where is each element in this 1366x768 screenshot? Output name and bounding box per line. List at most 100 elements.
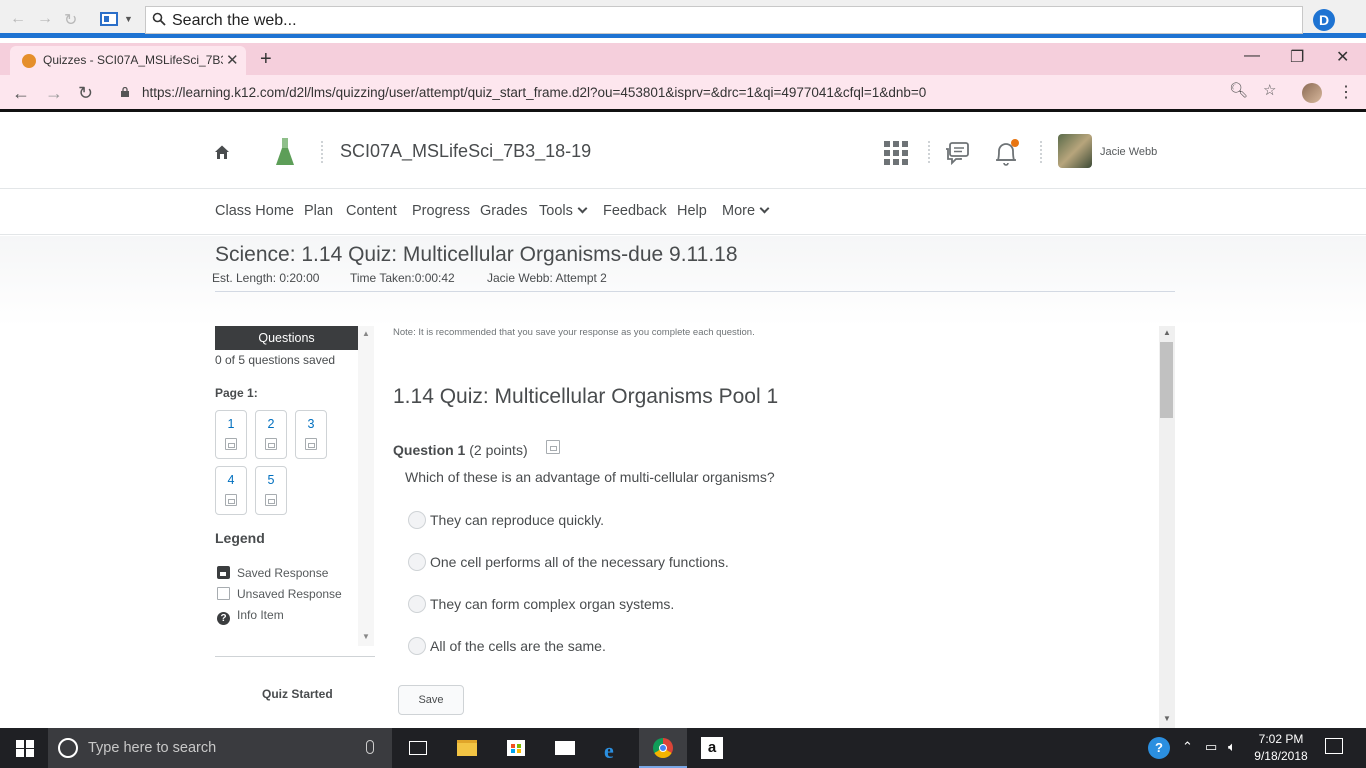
- taskbar-search[interactable]: Type here to search: [48, 728, 392, 768]
- tab-title: Quizzes - SCI07A_MSLifeSci_7B3_: [43, 53, 223, 67]
- info-icon: ?: [217, 612, 230, 625]
- question-nav-3[interactable]: 3: [295, 410, 327, 459]
- forward-icon[interactable]: →: [45, 83, 63, 104]
- question-nav-1[interactable]: 1: [215, 410, 247, 459]
- course-navbar: Class Home Plan Content Progress Grades …: [0, 189, 1366, 235]
- unsaved-icon: [265, 438, 277, 450]
- radio-button[interactable]: [408, 595, 426, 613]
- scroll-thumb[interactable]: [1160, 342, 1173, 418]
- browser-menu-icon[interactable]: ⋮: [1338, 82, 1354, 102]
- cortana-icon: [58, 738, 78, 758]
- scroll-down-icon[interactable]: ▼: [1163, 714, 1171, 723]
- radio-button[interactable]: [408, 637, 426, 655]
- toolbar-menu-button[interactable]: ▼: [98, 10, 134, 30]
- taskbar-search-input[interactable]: Type here to search: [88, 740, 216, 756]
- forward-icon[interactable]: →: [37, 10, 53, 28]
- amazon-icon[interactable]: a: [688, 728, 736, 768]
- nav-feedback[interactable]: Feedback: [603, 203, 667, 219]
- windows-start-icon[interactable]: [16, 740, 34, 757]
- minimize-icon[interactable]: —: [1244, 47, 1260, 65]
- reload-icon[interactable]: ↻: [78, 83, 93, 104]
- questions-panel: Questions 0 of 5 questions saved Page 1:…: [215, 326, 373, 646]
- bookmark-star-icon[interactable]: ☆: [1263, 81, 1276, 99]
- radio-button[interactable]: [408, 553, 426, 571]
- nav-class-home[interactable]: Class Home: [215, 203, 294, 219]
- nav-more[interactable]: More: [722, 203, 770, 219]
- apps-grid-icon[interactable]: [884, 141, 908, 165]
- web-search-input[interactable]: Search the web...: [172, 12, 297, 30]
- option-label[interactable]: They can reproduce quickly.: [430, 512, 604, 528]
- question-heading: Question 1 (2 points): [393, 442, 528, 458]
- back-icon[interactable]: ←: [10, 10, 26, 28]
- refresh-icon[interactable]: ↻: [64, 10, 77, 30]
- scroll-up-icon[interactable]: ▲: [362, 329, 370, 338]
- panel-scrollbar[interactable]: ▲ ▼: [358, 326, 374, 646]
- flask-logo-icon[interactable]: [275, 137, 295, 167]
- divider: [215, 291, 1175, 292]
- question-nav-4[interactable]: 4: [215, 466, 247, 515]
- new-tab-icon[interactable]: +: [260, 48, 272, 71]
- browser-tab[interactable]: Quizzes - SCI07A_MSLifeSci_7B3_ ✕: [10, 46, 246, 75]
- toolbar-avatar[interactable]: D: [1313, 9, 1335, 31]
- clock-date: 9/18/2018: [1254, 749, 1308, 763]
- user-avatar[interactable]: [1058, 134, 1092, 168]
- radio-button[interactable]: [408, 511, 426, 529]
- unsaved-icon: [265, 494, 277, 506]
- chevron-down-icon: [759, 203, 770, 214]
- clock-time: 7:02 PM: [1258, 732, 1304, 746]
- back-icon[interactable]: ←: [12, 83, 30, 104]
- save-button[interactable]: Save: [398, 685, 464, 715]
- task-view-icon[interactable]: [394, 728, 442, 768]
- question-number: 1: [227, 417, 235, 431]
- file-explorer-icon[interactable]: [443, 728, 491, 768]
- chrome-icon[interactable]: [639, 728, 687, 768]
- close-tab-icon[interactable]: ✕: [226, 51, 239, 69]
- legend-label: Saved Response: [237, 566, 329, 580]
- nav-help[interactable]: Help: [677, 203, 707, 219]
- web-search-box[interactable]: Search the web...: [145, 6, 1303, 34]
- taskbar: Type here to search e a ? ⌃ ▭ 🔈︎ 7:02 PM…: [0, 728, 1366, 768]
- nav-tools[interactable]: Tools: [539, 203, 588, 219]
- option-label[interactable]: One cell performs all of the necessary f…: [430, 554, 729, 570]
- course-title[interactable]: SCI07A_MSLifeSci_7B3_18-19: [340, 141, 591, 162]
- battery-icon[interactable]: ▭: [1205, 739, 1217, 755]
- chevron-up-icon[interactable]: ⌃: [1182, 739, 1193, 755]
- question-nav-2[interactable]: 2: [255, 410, 287, 459]
- site-favicon-icon: [22, 54, 36, 68]
- quiz-page: Science: 1.14 Quiz: Multicellular Organi…: [0, 236, 1366, 728]
- help-tray-icon[interactable]: ?: [1148, 737, 1170, 759]
- home-icon[interactable]: [214, 144, 230, 160]
- legend-info: ? Info Item: [217, 608, 284, 625]
- nav-content[interactable]: Content: [346, 203, 397, 219]
- store-icon[interactable]: [492, 728, 540, 768]
- time-taken: Time Taken:0:00:42: [350, 271, 455, 285]
- edge-icon[interactable]: e: [590, 728, 638, 768]
- scroll-down-icon[interactable]: ▼: [362, 632, 370, 641]
- question-nav-5[interactable]: 5: [255, 466, 287, 515]
- window-icon: [100, 12, 118, 26]
- attempt-info: Jacie Webb: Attempt 2: [487, 271, 607, 285]
- url-text[interactable]: https://learning.k12.com/d2l/lms/quizzin…: [142, 85, 926, 100]
- nav-plan[interactable]: Plan: [304, 203, 333, 219]
- caret-down-icon: ▼: [124, 14, 133, 24]
- message-alerts-icon[interactable]: [944, 141, 970, 167]
- microphone-icon[interactable]: [366, 740, 374, 754]
- mail-icon[interactable]: [541, 728, 589, 768]
- profile-avatar[interactable]: [1302, 83, 1322, 103]
- user-name[interactable]: Jacie Webb: [1100, 146, 1157, 158]
- zoom-icon[interactable]: 🔍︎: [1229, 81, 1248, 99]
- omnibox[interactable]: https://learning.k12.com/d2l/lms/quizzin…: [110, 79, 1290, 107]
- close-window-icon[interactable]: ✕: [1336, 47, 1349, 67]
- option-label[interactable]: They can form complex organ systems.: [430, 596, 674, 612]
- volume-icon[interactable]: 🔈︎: [1228, 739, 1236, 755]
- main-scrollbar[interactable]: ▲ ▼: [1159, 326, 1175, 728]
- nav-grades[interactable]: Grades: [480, 203, 528, 219]
- option-label[interactable]: All of the cells are the same.: [430, 638, 606, 654]
- notifications-icon[interactable]: [1325, 738, 1343, 754]
- question-number: 2: [267, 417, 275, 431]
- divider: [321, 141, 323, 163]
- system-clock[interactable]: 7:02 PM 9/18/2018: [1248, 731, 1314, 765]
- nav-progress[interactable]: Progress: [412, 203, 470, 219]
- restore-icon[interactable]: ❐: [1290, 47, 1304, 67]
- scroll-up-icon[interactable]: ▲: [1163, 328, 1171, 337]
